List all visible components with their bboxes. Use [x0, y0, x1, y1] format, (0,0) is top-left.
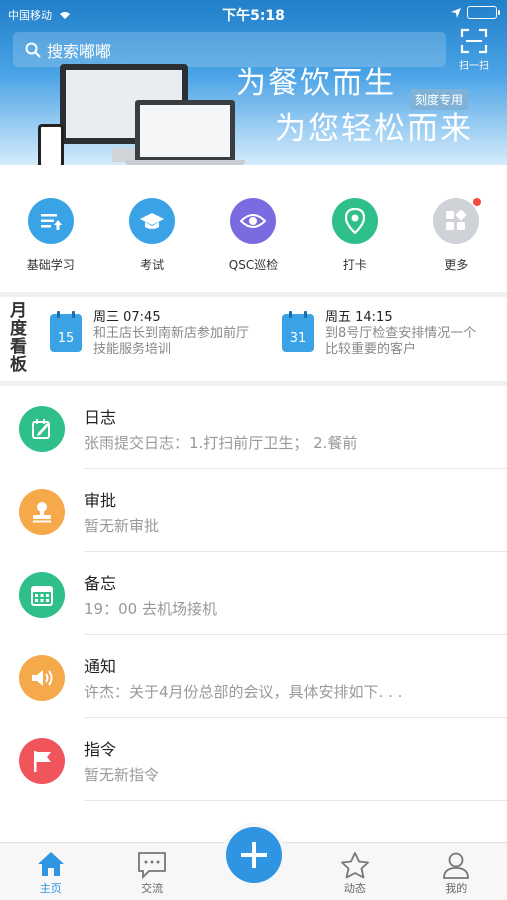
calendar-icon: 31	[282, 311, 314, 352]
search-placeholder: 搜索嘟嘟	[47, 41, 112, 61]
notification-dot	[473, 198, 482, 206]
eye-icon	[230, 198, 277, 244]
calendar-icon: 15	[50, 311, 82, 352]
list-item-title: 日志	[84, 408, 117, 427]
list-item-approval[interactable]: 审批 暂无新审批	[0, 469, 507, 552]
flag-icon	[19, 738, 65, 784]
phone-illustration	[38, 124, 64, 165]
tab-label: 动态	[343, 882, 366, 895]
list-item-memo[interactable]: 备忘 19：00 去机场接机	[0, 552, 507, 635]
stamp-icon	[19, 489, 65, 535]
board-item-text: 和王店长到南新店参加前厅技能服务培训	[93, 326, 250, 357]
list-item-title: 指令	[84, 740, 117, 759]
add-button[interactable]	[226, 827, 282, 883]
scan-label: 扫一扫	[459, 61, 489, 72]
quick-action-label: 更多	[444, 258, 469, 272]
tab-mine[interactable]: 我的	[406, 843, 507, 900]
location-arrow-icon	[451, 7, 461, 18]
user-icon	[443, 852, 470, 879]
tagline-1: 为餐饮而生	[236, 66, 396, 101]
list-item-subtitle: 张雨提交日志：1.打扫前厅卫生； 2.餐前	[84, 434, 358, 452]
board-item-time: 周三 07:45	[93, 310, 161, 325]
list-item-notice[interactable]: 通知 许杰：关于4月份总部的会议，具体安排如下. . .	[0, 635, 507, 718]
chat-icon	[138, 852, 166, 879]
feature-list: 日志 张雨提交日志：1.打扫前厅卫生； 2.餐前 审批 暂无新审批 备忘 19：…	[0, 386, 507, 801]
tab-label: 主页	[39, 882, 62, 895]
tab-chat[interactable]: 交流	[101, 843, 202, 900]
calendar-day: 15	[57, 331, 75, 346]
board-item-text: 到8号厅检查安排情况一个比较重要的客户	[325, 326, 477, 357]
tab-label: 我的	[445, 882, 468, 895]
speaker-icon	[19, 655, 65, 701]
status-icons	[451, 6, 500, 19]
tab-home[interactable]: 主页	[0, 843, 101, 900]
star-icon	[340, 852, 369, 879]
list-item-subtitle: 许杰：关于4月份总部的会议，具体安排如下. . .	[84, 683, 403, 701]
quick-action-exam[interactable]: 考试	[101, 198, 202, 273]
graduation-cap-icon	[129, 198, 176, 244]
quick-actions: 基础学习 考试 QSC巡检 打卡 更多	[0, 198, 507, 273]
list-item-title: 通知	[84, 657, 117, 676]
list-item-command[interactable]: 指令 暂无新指令	[0, 718, 507, 801]
plus-icon	[241, 842, 267, 868]
list-item-title: 备忘	[84, 574, 117, 593]
quick-action-label: 考试	[140, 258, 165, 272]
calendar-icon	[19, 572, 65, 618]
tab-label: 交流	[141, 882, 164, 895]
header-banner: 中国移动 下午5:18 搜索嘟嘟 扫一扫 为餐饮而生 刻度专用 为您轻松而来	[0, 0, 507, 165]
edit-note-icon	[19, 406, 65, 452]
quick-action-label: 打卡	[342, 258, 367, 272]
list-item-log[interactable]: 日志 张雨提交日志：1.打扫前厅卫生； 2.餐前	[0, 386, 507, 469]
quick-action-checkin[interactable]: 打卡	[304, 198, 405, 273]
quick-action-label: QSC巡检	[228, 258, 279, 272]
tab-activity[interactable]: 动态	[304, 843, 405, 900]
location-pin-icon	[331, 198, 378, 244]
calendar-day: 31	[289, 331, 307, 346]
board-item-time: 周五 14:15	[325, 310, 393, 325]
list-item-subtitle: 暂无新指令	[84, 766, 160, 784]
learning-icon	[27, 198, 74, 244]
tab-bar: 主页 交流 动态 我的	[0, 827, 507, 900]
scan-button[interactable]: 扫一扫	[453, 28, 495, 72]
more-grid-icon	[433, 198, 482, 244]
quick-action-label: 基础学习	[26, 258, 75, 272]
search-icon	[25, 42, 41, 58]
clock: 下午5:18	[222, 8, 285, 24]
scan-icon	[460, 28, 488, 54]
quick-action-learning[interactable]: 基础学习	[0, 198, 101, 273]
laptop-illustration	[135, 100, 235, 162]
list-item-subtitle: 暂无新审批	[84, 517, 160, 535]
monthly-board: 月度看板 15 周三 07:45 和王店长到南新店参加前厅技能服务培训 31 周…	[0, 296, 507, 382]
quick-action-qsc[interactable]: QSC巡检	[203, 198, 304, 273]
list-item-title: 审批	[84, 491, 117, 510]
board-title: 月度看板	[10, 301, 27, 375]
status-bar: 中国移动 下午5:18	[0, 0, 507, 28]
tagline-2: 为您轻松而来	[275, 111, 473, 147]
quick-action-more[interactable]: 更多	[406, 198, 507, 273]
home-icon	[37, 852, 64, 876]
battery-icon	[467, 6, 500, 19]
laptop-base-illustration	[125, 160, 245, 165]
list-item-subtitle: 19：00 去机场接机	[84, 600, 217, 618]
